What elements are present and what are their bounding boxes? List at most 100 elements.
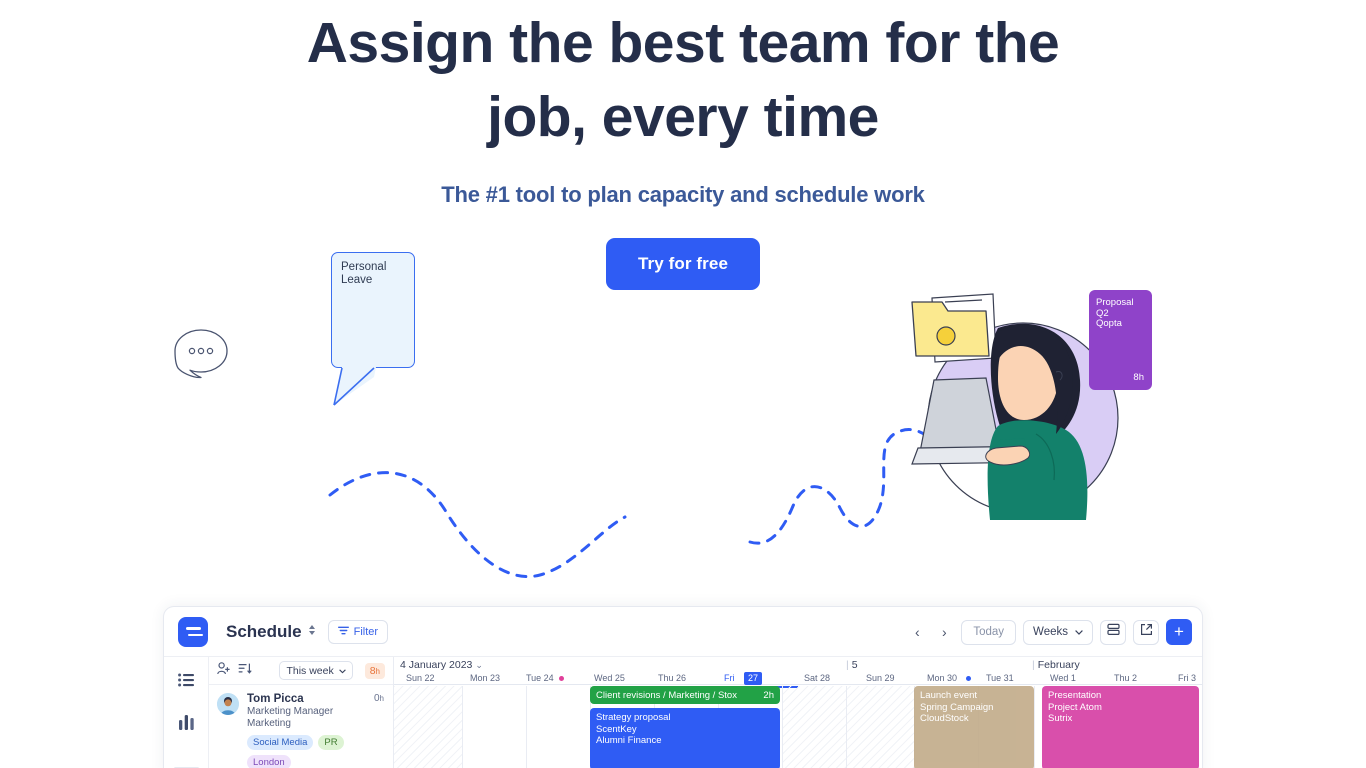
day-marker-dot [966,676,971,681]
split-rows-icon [1106,623,1120,641]
external-link-icon [1140,623,1153,641]
next-period-button[interactable]: › [934,624,954,640]
day-header[interactable]: Wed 1 [1050,673,1076,683]
timeline-day-header: Sun 22 Mon 23 Tue 24 Wed 25 Thu 26 Fri 2… [394,672,1202,688]
total-hours-unit: h [375,666,380,676]
person-tags: Social Media PR London [247,735,385,768]
event-title: Presentation [1048,690,1102,701]
chevron-updown-icon[interactable] [308,624,316,639]
timeline-week-header: 4 January 2023 ⌄ | 5 | February [394,657,1202,673]
page-subtitle: The #1 tool to plan capacity and schedul… [441,182,925,207]
timeline-lanes: Client revisions / Marketing / Stox 2h S… [394,686,1202,768]
event-card-client-revisions[interactable]: Client revisions / Marketing / Stox 2h [590,686,780,704]
person-department: Marketing [247,718,291,729]
proposal-line3: Qopta [1096,318,1122,329]
tag-london[interactable]: London [247,755,291,768]
event-line-client: ScentKey [596,723,637,735]
day-header[interactable]: Thu 26 [658,673,686,683]
app-logo-icon[interactable] [178,616,208,647]
person-hours-unit: h [379,694,384,703]
day-header[interactable]: Mon 30 [927,673,957,683]
event-line-client: Project Atom [1048,701,1102,713]
chat-bubble-ellipsis-icon [174,329,228,379]
hero-section: Assign the best team for the job, every … [0,0,1366,290]
view-range-select[interactable]: Weeks [1023,619,1093,645]
sidebar-item-list[interactable] [177,673,195,692]
sort-icon[interactable] [238,662,252,680]
tag-pr[interactable]: PR [318,735,344,750]
prev-period-button[interactable]: ‹ [907,624,927,640]
month-label-february: | February [1032,659,1080,671]
export-button[interactable] [1133,619,1159,645]
left-sidebar [164,657,209,768]
person-name: Tom Picca [247,693,304,705]
day-header[interactable]: Tue 31 [986,673,1014,683]
add-person-icon[interactable] [217,661,231,680]
week-range-label: This week [286,664,334,677]
split-rows-button[interactable] [1100,619,1126,645]
person-hours: 0h [374,693,384,704]
timeline-grid: 4 January 2023 ⌄ | 5 | February Sun 22 Mon… [394,657,1202,768]
view-range-label: Weeks [1033,626,1068,638]
people-column-header: This week 8h [209,657,393,685]
person-at-laptop-illustration [911,293,1119,520]
event-line-project: Sutrix [1048,713,1073,724]
day-header[interactable]: Sun 22 [406,673,435,683]
page-title-schedule: Schedule [226,621,302,641]
add-booking-button[interactable]: + [1166,619,1192,645]
week-label-5: | 5 [846,659,858,671]
event-card-launch-event[interactable]: Launch event Spring Campaign CloudStock [914,686,1034,768]
day-header[interactable]: Sat 28 [804,673,830,683]
month-label: January 2023 [408,659,473,671]
people-column: This week 8h Tom Picca Marketing Manager… [209,657,394,768]
proposal-hours: 8h [1133,372,1144,383]
app-toolbar: Schedule Filter ‹ › Today Weeks + [164,607,1202,657]
toolbar-right-group: ‹ › Today Weeks + [907,607,1192,657]
proposal-line2: Q2 [1096,307,1109,319]
week-number: 5 [851,659,858,671]
chevron-down-icon [338,665,346,677]
chevron-down-icon [1075,626,1083,638]
day-header[interactable]: Fri 3 [1178,673,1196,683]
filter-button[interactable]: Filter [327,619,389,644]
person-role: Marketing Manager [247,706,334,717]
today-date-chip: 27 [744,672,763,685]
tag-social-media[interactable]: Social Media [247,735,314,750]
week-range-select[interactable]: This week [279,661,353,680]
event-card-presentation[interactable]: Presentation Project Atom Sutrix [1042,686,1199,768]
day-header[interactable]: Tue 24 [526,673,554,683]
chevron-down-icon[interactable]: ⌄ [475,660,483,670]
page-title: Assign the best team for the job, every … [306,11,1060,149]
filter-label: Filter [353,625,379,638]
event-line-project: CloudStock [920,713,969,724]
month-name: February [1037,659,1080,671]
list-item[interactable]: Tom Picca Marketing Manager Marketing So… [209,685,393,768]
total-hours-badge: 8h [364,662,385,679]
try-for-free-button[interactable]: Try for free [605,238,760,290]
day-header[interactable]: Sun 29 [866,673,895,683]
dashed-connector-left [328,471,627,578]
proposal-line1: Proposal [1096,297,1134,308]
speech-tail-icon [333,367,376,406]
weekend-column [394,686,462,768]
day-header-today[interactable]: Fri [724,673,735,683]
app-body: This week 8h Tom Picca Marketing Manager… [164,657,1202,768]
event-title: Client revisions / Marketing / Stox [596,690,737,701]
event-line-client: Spring Campaign [920,701,994,713]
proposal-card: Proposal Q2 Qopta 8h [1089,290,1152,390]
day-header[interactable]: Thu 2 [1114,673,1137,683]
day-header[interactable]: Mon 23 [470,673,500,683]
landing-page: Assign the best team for the job, every … [0,0,1366,768]
event-title: Strategy proposal [596,712,671,723]
event-hours: 2h [763,690,774,701]
today-button[interactable]: Today [961,619,1017,645]
week-label-4: 4 January 2023 ⌄ [400,659,483,671]
weekend-column [782,686,914,768]
avatar [217,693,239,715]
day-header[interactable]: Wed 25 [594,673,625,683]
dashed-connector-right [748,428,940,545]
schedule-app-window: Schedule Filter ‹ › Today Weeks + This w… [163,606,1203,768]
event-card-strategy-proposal[interactable]: Strategy proposal ScentKey Alumni Financ… [590,708,780,768]
sidebar-item-reports[interactable] [178,714,195,735]
cta-container: Try for free [0,238,1366,290]
